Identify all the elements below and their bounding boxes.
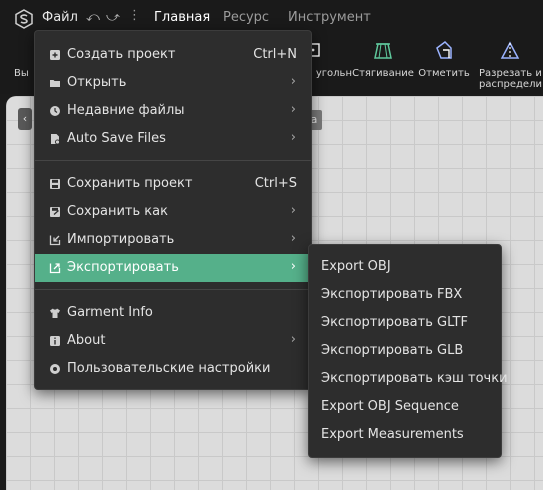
save-as-icon [50,207,60,217]
file-menu[interactable]: Файл [42,10,78,25]
shortcut-label: Ctrl+N [253,47,297,62]
tool-label-line2: распредели [479,79,542,90]
tab-tool[interactable]: Инструмент [288,10,371,25]
menu-item-about[interactable]: About › [35,327,311,355]
menu-item-recent-files[interactable]: Недавние файлы › [35,97,311,125]
menu-item-garment-info[interactable]: Garment Info [35,299,311,327]
shortcut-label: Ctrl+S [254,176,297,191]
app-logo-icon [15,9,33,29]
menu-item-save-as[interactable]: Сохранить как › [35,198,311,226]
info-icon [50,336,60,346]
menu-item-label: Пользовательские настройки [67,361,271,376]
save-icon [50,179,60,189]
folder-open-icon [50,80,60,87]
menu-item-label: Garment Info [67,305,153,320]
menu-item-label: Недавние файлы [67,103,185,118]
new-project-icon [50,50,60,60]
clock-icon [50,106,60,116]
menu-item-label: Auto Save Files [67,131,166,146]
menu-item-export[interactable]: Экспортировать › [35,254,311,282]
chevron-right-icon: › [290,332,296,347]
collapse-panel-button[interactable]: ‹ [18,108,32,130]
menu-item-user-settings[interactable]: Пользовательские настройки [35,355,311,383]
menu-item-label: Сохранить проект [67,176,193,191]
tool-label-line1: Разрезать и [479,68,542,79]
autosave-file-icon [51,134,60,145]
chevron-right-icon: › [290,259,296,274]
menu-item-open[interactable]: Открыть › [35,69,311,97]
menu-item-label: Сохранить как [67,204,168,219]
tab-resource[interactable]: Ресурс [223,10,269,25]
submenu-item-export-glb[interactable]: Экспортировать GLB [321,343,463,358]
mark-icon [436,41,452,59]
tool-label: Разрезать и распредели [479,68,543,90]
chevron-right-icon: › [290,203,296,218]
garment-icon [50,308,60,318]
tool-cut-distribute[interactable]: Разрезать и распредели [474,36,543,94]
menu-divider [35,289,311,290]
tool-label: Стягивание [352,68,414,79]
submenu-item-export-gltf[interactable]: Экспортировать GLTF [321,315,468,330]
submenu-item-export-obj[interactable]: Export OBJ [321,259,391,274]
menu-item-label: About [67,333,106,348]
export-icon [49,263,61,274]
menu-divider [35,160,311,161]
submenu-item-export-point-cache[interactable]: Экспортировать кэш точки [321,371,508,386]
menu-item-auto-save-files[interactable]: Auto Save Files › [35,125,311,153]
chevron-right-icon: › [290,231,296,246]
menu-item-import[interactable]: Импортировать › [35,226,311,254]
redo-icon[interactable]: ⤻ [106,10,120,25]
menu-item-new-project[interactable]: Создать проект Ctrl+N [35,41,311,69]
tab-home[interactable]: Главная [154,10,211,33]
menu-item-label: Экспортировать [67,260,179,275]
menu-item-label: Импортировать [67,232,175,247]
stretch-icon [374,43,392,59]
chevron-right-icon: › [290,130,296,145]
submenu-item-export-measurements[interactable]: Export Measurements [321,427,464,442]
tool-mark[interactable]: Отметить [416,36,472,94]
chevron-right-icon: › [290,74,296,89]
submenu-item-export-fbx[interactable]: Экспортировать FBX [321,287,462,302]
menu-item-label: Открыть [67,75,127,90]
tool-stretch[interactable]: Стягивание [352,36,414,94]
undo-icon[interactable]: ⤺ [86,10,100,25]
menu-item-save-project[interactable]: Сохранить проект Ctrl+S [35,170,311,198]
export-submenu: Export OBJ Экспортировать FBX Экспортиро… [308,244,508,458]
file-menu-dropdown: Создать проект Ctrl+N Открыть › Недавние… [34,30,312,390]
more-vertical-icon[interactable]: ⋮ [128,8,141,23]
tool-label: Отметить [418,68,470,79]
menu-item-label: Создать проект [67,47,176,62]
settings-icon [50,364,60,374]
cut-distribute-icon [500,41,520,59]
submenu-item-export-obj-sequence[interactable]: Export OBJ Sequence [321,399,459,414]
chevron-right-icon: › [290,102,296,117]
import-icon [49,235,61,246]
